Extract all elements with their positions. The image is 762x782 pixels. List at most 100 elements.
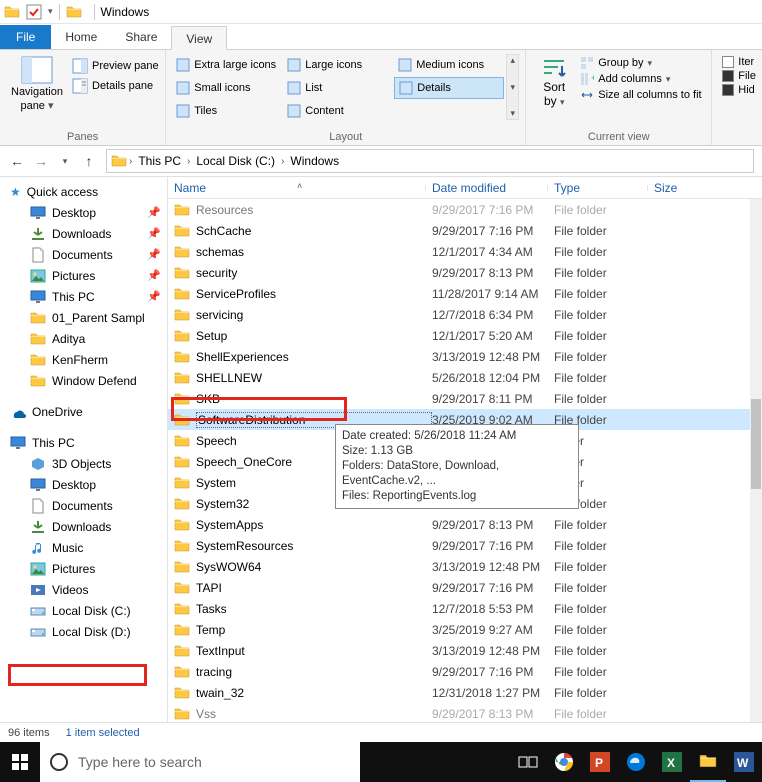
folder-icon: [174, 202, 190, 218]
powerpoint-icon[interactable]: P: [582, 742, 618, 782]
folder-icon: [174, 685, 190, 701]
layout-details[interactable]: Details: [394, 77, 504, 99]
scrollbar-thumb[interactable]: [751, 399, 761, 489]
tab-file[interactable]: File: [0, 25, 51, 49]
sidebar-downloads[interactable]: Downloads📌: [0, 223, 167, 244]
sidebar-music[interactable]: Music: [0, 537, 167, 558]
hidden-items-toggle[interactable]: Hid: [722, 84, 756, 96]
taskbar-search[interactable]: Type here to search: [40, 742, 360, 782]
layout-tiles[interactable]: Tiles: [172, 100, 282, 122]
sidebar-pictures[interactable]: Pictures📌: [0, 265, 167, 286]
sidebar-thispc[interactable]: This PC📌: [0, 286, 167, 307]
folder-icon: [174, 307, 190, 323]
layout-content[interactable]: Content: [283, 100, 393, 122]
file-row[interactable]: SystemApps9/29/2017 8:13 PMFile folder: [168, 514, 750, 535]
nav-up-button[interactable]: ↑: [80, 152, 98, 170]
file-row[interactable]: TextInput3/13/2019 12:48 PMFile folder: [168, 640, 750, 661]
sidebar-downloads2[interactable]: Downloads: [0, 516, 167, 537]
tab-share[interactable]: Share: [111, 25, 171, 49]
file-row[interactable]: SchCache9/29/2017 7:16 PMFile folder: [168, 220, 750, 241]
folder-icon: [174, 265, 190, 281]
size-all-columns-button[interactable]: Size all columns to fit: [580, 88, 701, 102]
sidebar-local-d[interactable]: Local Disk (D:): [0, 621, 167, 642]
file-row[interactable]: security9/29/2017 8:13 PMFile folder: [168, 262, 750, 283]
layout-extra-large-icons[interactable]: Extra large icons: [172, 54, 282, 76]
file-row[interactable]: schemas12/1/2017 4:34 AMFile folder: [168, 241, 750, 262]
col-name[interactable]: Name ˄: [168, 181, 426, 195]
qa-save-icon[interactable]: [26, 4, 42, 20]
address-bar[interactable]: › This PC› Local Disk (C:)› Windows: [106, 149, 754, 173]
sidebar-3dobjects[interactable]: 3D Objects: [0, 453, 167, 474]
file-row[interactable]: SysWOW643/13/2019 12:48 PMFile folder: [168, 556, 750, 577]
details-pane-icon: [72, 78, 88, 94]
file-row[interactable]: twain_3212/31/2018 1:27 PMFile folder: [168, 682, 750, 703]
nav-forward-button: →: [32, 152, 50, 170]
address-folder-icon: [111, 153, 127, 169]
file-row[interactable]: ServiceProfiles11/28/2017 9:14 AMFile fo…: [168, 283, 750, 304]
file-row[interactable]: SKB9/29/2017 8:11 PMFile folder: [168, 388, 750, 409]
col-size[interactable]: Size: [648, 181, 762, 195]
file-row[interactable]: Resources9/29/2017 7:16 PMFile folder: [168, 199, 750, 220]
file-row[interactable]: SystemResources9/29/2017 7:16 PMFile fol…: [168, 535, 750, 556]
item-checkboxes-toggle[interactable]: Iter: [722, 56, 756, 68]
sidebar-windef[interactable]: Window Defend: [0, 370, 167, 391]
preview-pane-button[interactable]: Preview pane: [72, 58, 159, 74]
file-row[interactable]: Tasks12/7/2018 5:53 PMFile folder: [168, 598, 750, 619]
sidebar-local-c[interactable]: Local Disk (C:): [0, 600, 167, 621]
col-type[interactable]: Type: [548, 181, 648, 195]
group-by-button[interactable]: Group by ▾: [580, 56, 701, 70]
column-headers[interactable]: Name ˄ Date modified Type Size: [168, 177, 762, 199]
file-ext-toggle[interactable]: File: [722, 70, 756, 82]
file-row[interactable]: Vss9/29/2017 8:13 PMFile folder: [168, 703, 750, 722]
sidebar-onedrive[interactable]: OneDrive: [0, 401, 167, 422]
crumb-thispc[interactable]: This PC: [134, 154, 185, 168]
sidebar-documents2[interactable]: Documents: [0, 495, 167, 516]
sidebar-quick-access[interactable]: ★Quick access: [0, 181, 167, 202]
sidebar-parent[interactable]: 01_Parent Sampl: [0, 307, 167, 328]
nav-back-button[interactable]: ←: [8, 152, 26, 170]
layout-list[interactable]: List: [283, 77, 393, 99]
layout-large-icons[interactable]: Large icons: [283, 54, 393, 76]
folder-icon: [174, 580, 190, 596]
qa-dropdown-icon[interactable]: ▾: [48, 6, 53, 17]
start-button[interactable]: [0, 742, 40, 782]
sidebar-documents[interactable]: Documents📌: [0, 244, 167, 265]
tab-row: File Home Share View: [0, 24, 762, 50]
tab-home[interactable]: Home: [51, 25, 111, 49]
layout-scroll[interactable]: ▴▾▾: [506, 54, 519, 120]
nav-pane[interactable]: ★Quick access Desktop📌 Downloads📌 Docume…: [0, 177, 168, 722]
crumb-localc[interactable]: Local Disk (C:): [192, 154, 279, 168]
file-row[interactable]: Setup12/1/2017 5:20 AMFile folder: [168, 325, 750, 346]
add-columns-button[interactable]: +Add columns ▾: [580, 72, 701, 86]
nav-recent-button[interactable]: ▾: [56, 152, 74, 170]
view-icon: [399, 81, 413, 95]
scrollbar[interactable]: [750, 199, 762, 722]
col-date[interactable]: Date modified: [426, 181, 548, 195]
file-row[interactable]: SHELLNEW5/26/2018 12:04 PMFile folder: [168, 367, 750, 388]
edge-icon[interactable]: [618, 742, 654, 782]
file-row[interactable]: tracing9/29/2017 7:16 PMFile folder: [168, 661, 750, 682]
sidebar-pictures2[interactable]: Pictures: [0, 558, 167, 579]
folder-icon: [174, 475, 190, 491]
file-row[interactable]: servicing12/7/2018 6:34 PMFile folder: [168, 304, 750, 325]
word-icon[interactable]: W: [726, 742, 762, 782]
layout-small-icons[interactable]: Small icons: [172, 77, 282, 99]
details-pane-button[interactable]: Details pane: [72, 78, 159, 94]
file-row[interactable]: Temp3/25/2019 9:27 AMFile folder: [168, 619, 750, 640]
sidebar-kenfherm[interactable]: KenFherm: [0, 349, 167, 370]
explorer-icon[interactable]: [690, 742, 726, 782]
sidebar-desktop[interactable]: Desktop📌: [0, 202, 167, 223]
sidebar-desktop2[interactable]: Desktop: [0, 474, 167, 495]
file-row[interactable]: ShellExperiences3/13/2019 12:48 PMFile f…: [168, 346, 750, 367]
tab-view[interactable]: View: [171, 26, 227, 50]
svg-text:W: W: [737, 756, 749, 770]
task-view-icon[interactable]: [510, 742, 546, 782]
sidebar-videos[interactable]: Videos: [0, 579, 167, 600]
sidebar-aditya[interactable]: Aditya: [0, 328, 167, 349]
crumb-windows[interactable]: Windows: [286, 154, 343, 168]
chrome-icon[interactable]: [546, 742, 582, 782]
sidebar-thispc2[interactable]: This PC: [0, 432, 167, 453]
excel-icon[interactable]: X: [654, 742, 690, 782]
layout-medium-icons[interactable]: Medium icons: [394, 54, 504, 76]
file-row[interactable]: TAPI9/29/2017 7:16 PMFile folder: [168, 577, 750, 598]
